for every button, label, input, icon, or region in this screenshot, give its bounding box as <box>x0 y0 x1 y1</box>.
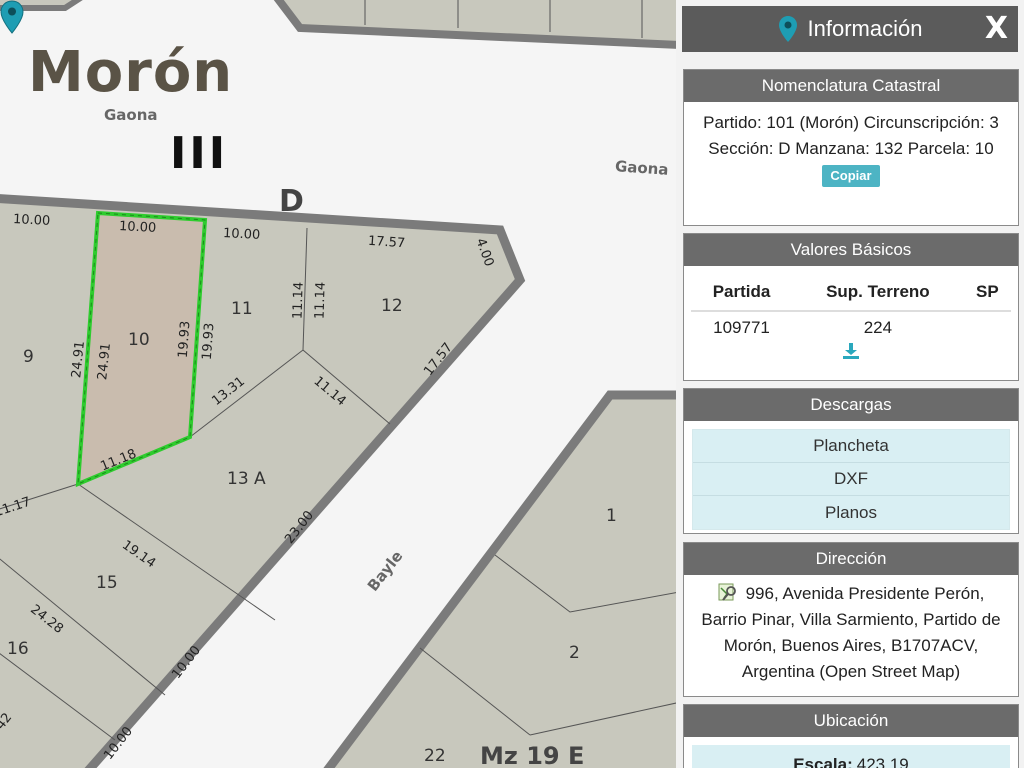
direccion-header: Dirección <box>684 543 1018 575</box>
descargas-card: Descargas Plancheta DXF Planos <box>683 388 1019 534</box>
parcel-number[interactable]: 22 <box>424 746 446 766</box>
download-plancheta-link[interactable]: Plancheta <box>693 430 1009 463</box>
valores-card: Valores Básicos Partida Sup. Terreno SP … <box>683 233 1019 381</box>
parcel-number[interactable]: 12 <box>381 296 403 316</box>
measure-label: 19.93 <box>175 320 194 359</box>
panel-header: Información X <box>682 6 1018 52</box>
sp-value <box>964 311 1011 340</box>
copy-button[interactable]: Copiar <box>822 165 880 187</box>
nomenclatura-text: Partido: 101 (Morón) Circunscripción: 3 … <box>703 113 999 158</box>
city-label: Morón <box>28 40 234 105</box>
column-header: SP <box>963 274 1011 312</box>
escala-label: Escala: <box>793 755 853 768</box>
measure-label: 10.00 <box>222 226 261 243</box>
cadastral-map[interactable]: Morón Gaona Gaona III D 9 10 11 12 13 A … <box>0 0 680 768</box>
geocode-search-icon[interactable] <box>718 582 738 602</box>
block-top <box>273 0 680 50</box>
valores-table: Partida Sup. Terreno SP 109771 224 <box>691 274 1011 340</box>
nomenclatura-card: Nomenclatura Catastral Partido: 101 (Mor… <box>683 69 1019 226</box>
info-panel: Información X Nomenclatura Catastral Par… <box>676 0 1024 768</box>
valores-header: Valores Básicos <box>684 234 1018 266</box>
descargas-header: Descargas <box>684 389 1018 421</box>
partida-value: 109771 <box>713 318 770 337</box>
descargas-list: Plancheta DXF Planos <box>692 429 1010 530</box>
measure-label: 19.93 <box>199 322 218 361</box>
measure-label: 17.57 <box>367 233 406 252</box>
column-header: Partida <box>691 274 793 312</box>
download-planos-link[interactable]: Planos <box>693 496 1009 529</box>
nomenclatura-header: Nomenclatura Catastral <box>684 70 1018 102</box>
measure-label: 10.00 <box>118 219 157 236</box>
close-button[interactable]: X <box>985 11 1008 47</box>
parcel-number[interactable]: 9 <box>23 347 34 367</box>
download-dxf-link[interactable]: DXF <box>693 463 1009 496</box>
parcel-number[interactable]: 16 <box>7 639 29 659</box>
column-header: Sup. Terreno <box>792 274 964 312</box>
measure-label: 11.14 <box>290 281 307 320</box>
parcel-number[interactable]: 15 <box>96 573 118 593</box>
ubicacion-card: Ubicación Escala: 423.19 <box>683 704 1019 768</box>
seccion-label: D <box>279 184 304 219</box>
map-pin-icon <box>778 16 797 42</box>
locality-label-right: Gaona <box>614 157 670 179</box>
escala-value: 423.19 <box>856 755 909 768</box>
circunscripcion-label: III <box>170 128 229 179</box>
panel-title: Información <box>807 16 923 41</box>
sup-terreno-value: 224 <box>863 318 893 337</box>
download-icon[interactable] <box>841 342 861 360</box>
parcel-number[interactable]: 13 A <box>227 469 266 489</box>
measure-label: 10.00 <box>12 212 51 229</box>
parcel-number[interactable]: 2 <box>569 643 580 663</box>
locality-label: Gaona <box>104 106 158 124</box>
parcel-number[interactable]: 11 <box>231 299 253 319</box>
ubicacion-header: Ubicación <box>684 705 1018 737</box>
parcel-number[interactable]: 1 <box>606 506 617 526</box>
direccion-card: Dirección 996, Avenida Presidente Perón,… <box>683 542 1019 697</box>
table-row: 109771 224 <box>691 311 1011 340</box>
map-pin-icon[interactable] <box>0 0 24 34</box>
direccion-text: 996, Avenida Presidente Perón, Barrio Pi… <box>701 584 1001 681</box>
measure-label: 11.14 <box>312 281 329 320</box>
escala-row: Escala: 423.19 <box>692 745 1010 768</box>
parcel-number-selected[interactable]: 10 <box>128 330 150 350</box>
manzana-label: Mz 19 E <box>480 742 585 768</box>
